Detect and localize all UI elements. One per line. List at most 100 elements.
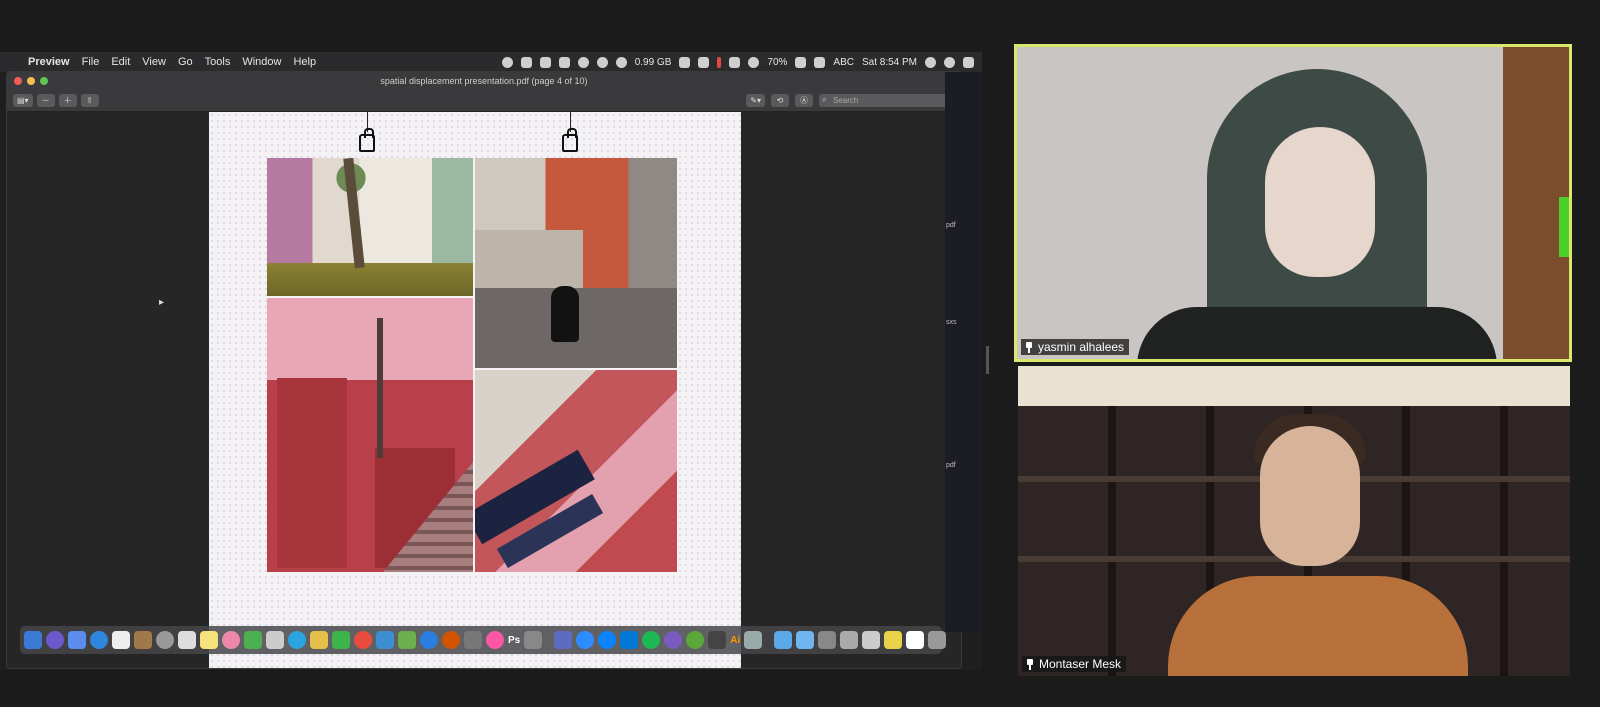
trash-icon[interactable] (928, 631, 947, 649)
music-icon[interactable] (486, 631, 504, 649)
firefox-icon[interactable] (442, 631, 460, 649)
zoom-out-button[interactable]: － (36, 94, 55, 107)
zoom-share-icon[interactable] (539, 56, 551, 68)
system-preferences-icon[interactable] (464, 631, 482, 649)
cursor-icon[interactable] (679, 56, 691, 68)
input-source-icon[interactable] (814, 56, 826, 68)
photo-booth-icon[interactable] (266, 631, 284, 649)
archive-utility-icon[interactable] (524, 631, 543, 649)
wordpress-icon[interactable] (596, 56, 608, 68)
archiver-icon[interactable] (708, 631, 727, 649)
finder-icon[interactable] (24, 631, 42, 649)
stickies-icon[interactable] (884, 631, 903, 649)
numbers-icon[interactable] (398, 631, 416, 649)
app-store-icon[interactable] (420, 631, 438, 649)
menu-tools[interactable]: Tools (205, 56, 231, 68)
markup-toolbar-button[interactable]: Ⓐ (795, 94, 813, 107)
contacts-icon[interactable] (134, 631, 152, 649)
menu-view[interactable]: View (142, 56, 166, 68)
battery-percent[interactable]: 70% (767, 57, 787, 68)
blank-window-icon[interactable] (906, 631, 925, 649)
battery-icon[interactable] (795, 56, 807, 68)
safari-icon[interactable] (90, 631, 108, 649)
mac-dock: Ps Ai (20, 626, 947, 654)
collage-photo-courtyard-tree (267, 158, 473, 296)
sync-icon[interactable] (615, 56, 627, 68)
notes-icon[interactable] (200, 631, 218, 649)
zoom-icon[interactable] (576, 631, 595, 649)
camera-icon[interactable] (558, 56, 570, 68)
collage-photo-red-architecture (475, 370, 677, 572)
browser-icon[interactable] (664, 631, 683, 649)
pdf-page (209, 112, 741, 668)
panel-resize-handle[interactable] (986, 346, 989, 374)
search-input[interactable]: Search (819, 93, 955, 107)
utorrent-icon[interactable] (686, 631, 705, 649)
shared-screen: Preview File Edit View Go Tools Window H… (0, 52, 982, 670)
image-capture-icon[interactable] (744, 631, 763, 649)
participant-name: Montaser Mesk (1039, 657, 1122, 671)
downloads-folder-icon[interactable] (774, 631, 793, 649)
launchpad-icon[interactable] (156, 631, 174, 649)
calendar-icon[interactable] (112, 631, 130, 649)
chrome-icon[interactable] (354, 631, 372, 649)
window-titlebar[interactable]: spatial displacement presentation.pdf (p… (7, 72, 961, 90)
stack-icon[interactable] (818, 631, 837, 649)
teamviewer-icon[interactable] (598, 631, 617, 649)
textedit-icon[interactable] (178, 631, 196, 649)
notification-center-icon[interactable] (963, 56, 974, 68)
preview-dock-icon[interactable] (68, 631, 86, 649)
video-tile-active-speaker[interactable]: yasmin alhalees (1014, 44, 1572, 362)
reminders-icon[interactable] (310, 631, 328, 649)
cloud-icon[interactable] (577, 56, 589, 68)
binder-clip-icon (359, 128, 375, 152)
photoshop-icon[interactable]: Ps (508, 635, 520, 646)
creative-cloud-icon[interactable] (501, 56, 513, 68)
menubar-status-area: 0.99 GB 70% ABC Sat 8:54 PM (501, 52, 974, 72)
desktop-file-label[interactable]: sxs (946, 319, 957, 326)
keynote-icon[interactable] (376, 631, 394, 649)
zoom-in-button[interactable]: ＋ (58, 94, 77, 107)
markup-pen-button[interactable]: ✎▾ (746, 94, 765, 107)
share-button[interactable]: ⇪ (80, 94, 99, 107)
desktop-file-label[interactable]: pdf (946, 222, 956, 229)
spotify-icon[interactable] (642, 631, 661, 649)
desktop-file-label[interactable]: pdf (946, 462, 956, 469)
binder-clip-icon (562, 128, 578, 152)
participant-name-label: yasmin alhalees (1021, 339, 1130, 355)
messages-icon[interactable] (288, 631, 306, 649)
facetime-icon[interactable] (332, 631, 350, 649)
siri-dock-icon[interactable] (46, 631, 64, 649)
memory-indicator[interactable]: 0.99 GB (635, 57, 672, 68)
teams-icon[interactable] (554, 631, 573, 649)
pause-indicator-icon[interactable] (717, 56, 722, 68)
video-tile-participant[interactable]: Montaser Mesk (1018, 366, 1570, 676)
windows-icon[interactable] (620, 631, 639, 649)
documents-folder-icon[interactable] (796, 631, 815, 649)
menu-app-preview[interactable]: Preview (28, 56, 70, 68)
screen-record-icon[interactable] (520, 56, 532, 68)
photos-icon[interactable] (222, 631, 240, 649)
menu-file[interactable]: File (82, 56, 100, 68)
wifi-icon[interactable] (748, 56, 760, 68)
illustrator-icon[interactable]: Ai (730, 635, 740, 646)
menu-go[interactable]: Go (178, 56, 193, 68)
sidebar-toggle-button[interactable]: ▤▾ (13, 94, 33, 107)
siri-icon[interactable] (944, 56, 955, 68)
menu-window[interactable]: Window (242, 56, 281, 68)
monitor-icon[interactable] (698, 56, 710, 68)
maps-icon[interactable] (244, 631, 262, 649)
menu-edit[interactable]: Edit (111, 56, 130, 68)
preview-window: spatial displacement presentation.pdf (p… (6, 71, 962, 669)
document-area[interactable]: ▸ (7, 112, 961, 668)
menu-help[interactable]: Help (293, 56, 316, 68)
grid-stack-icon[interactable] (840, 631, 859, 649)
menubar-clock[interactable]: Sat 8:54 PM (862, 57, 917, 68)
bluetooth-icon[interactable] (729, 56, 741, 68)
input-source-label[interactable]: ABC (833, 57, 854, 68)
pin-icon (1026, 658, 1034, 670)
rotate-button[interactable]: ⟲ (771, 94, 789, 107)
mouse-cursor-icon: ▸ (159, 297, 165, 308)
keyboard-icon[interactable] (862, 631, 881, 649)
spotlight-search-icon[interactable] (925, 56, 936, 68)
